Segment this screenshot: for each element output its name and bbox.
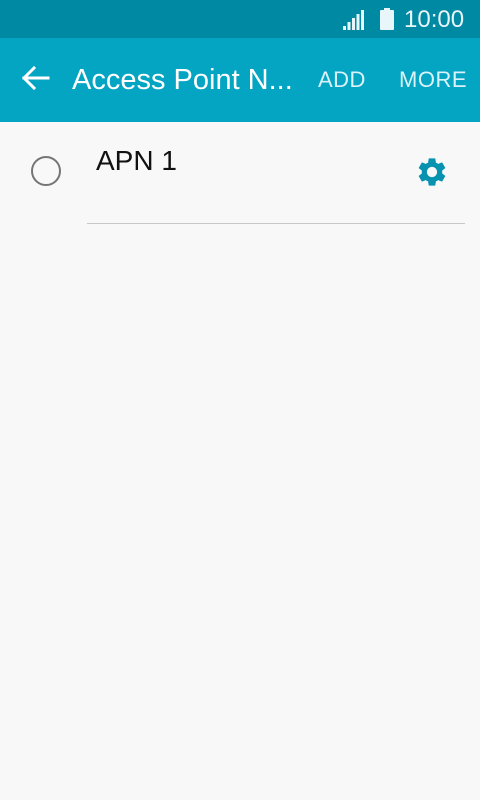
status-bar: 10:00 [0, 0, 480, 38]
gear-icon [415, 155, 449, 194]
arrow-left-icon [21, 65, 50, 95]
battery-icon [379, 8, 395, 30]
app-bar: Access Point N... ADD MORE [0, 38, 480, 122]
apn-radio-button[interactable] [31, 156, 61, 186]
back-button[interactable] [18, 62, 54, 98]
apn-name: APN 1 [96, 145, 177, 176]
apn-settings-button[interactable] [411, 153, 453, 195]
more-button[interactable]: MORE [399, 66, 467, 94]
add-button[interactable]: ADD [318, 66, 366, 94]
status-time: 10:00 [404, 6, 465, 33]
signal-icon [343, 10, 365, 30]
page-title: Access Point N... [72, 64, 293, 96]
apn-list-item[interactable]: APN 1 [0, 122, 480, 225]
list-divider [87, 223, 465, 224]
